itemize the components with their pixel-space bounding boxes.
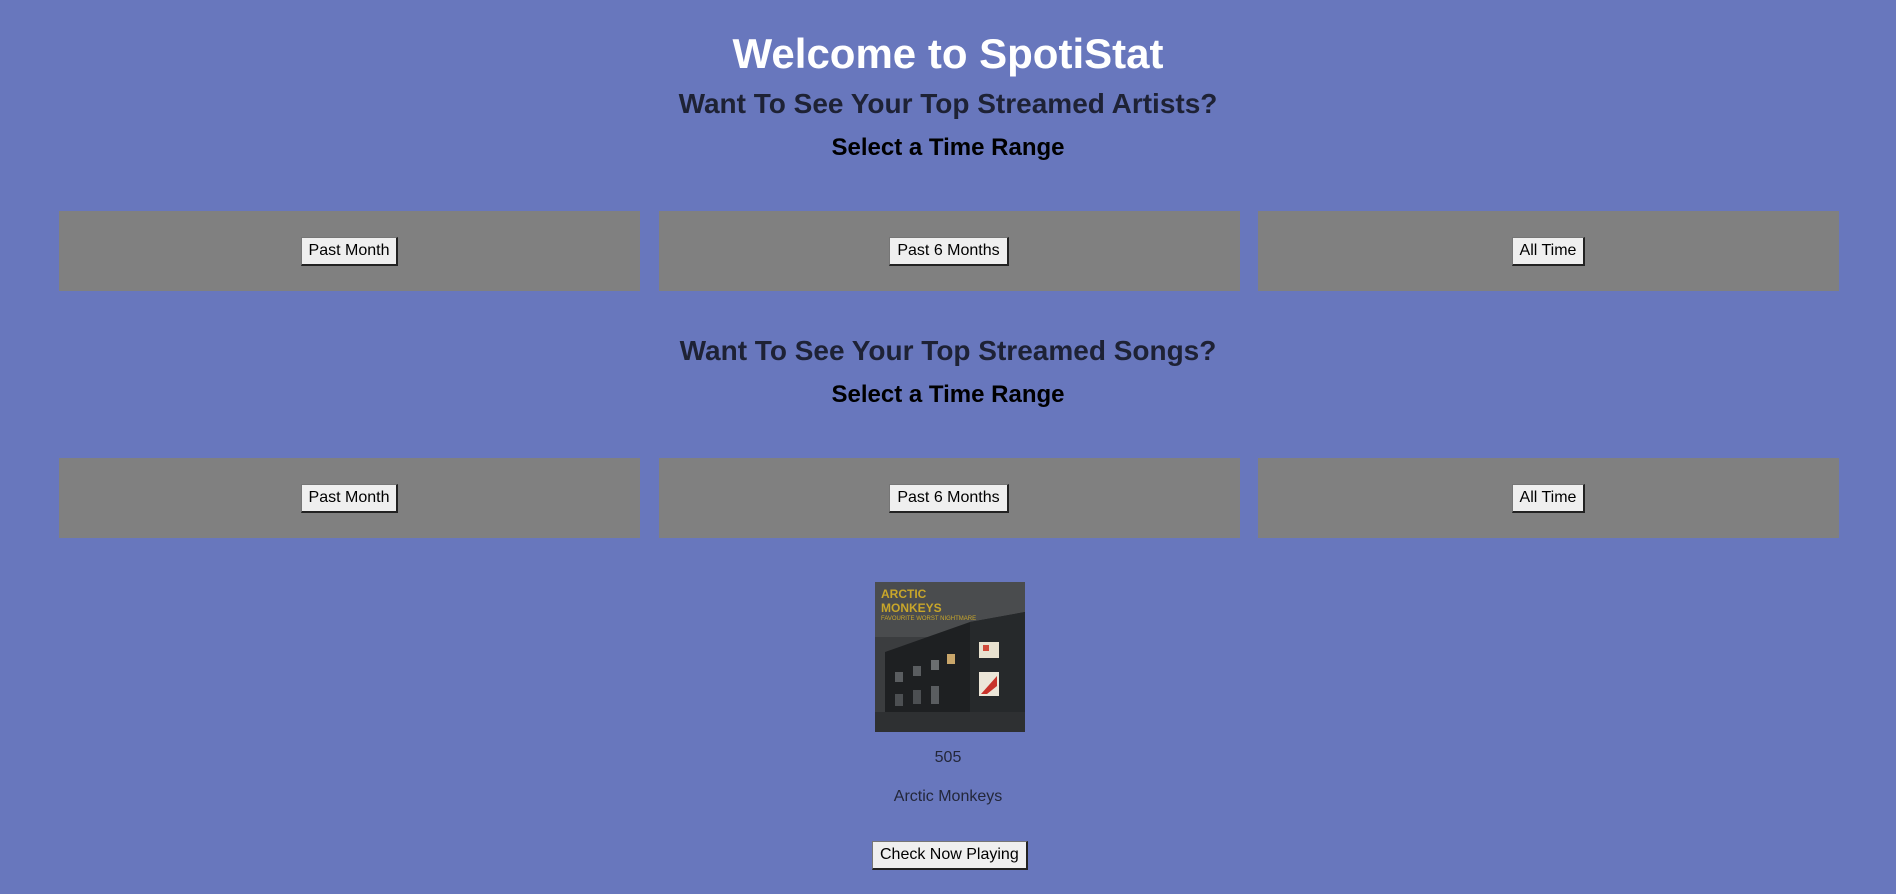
svg-text:MONKEYS: MONKEYS — [881, 601, 942, 615]
album-cover-image: ARCTIC MONKEYS FAVOURITE WORST NIGHTMARE — [875, 582, 1025, 732]
songs-cell-all-time: All Time — [1258, 458, 1839, 538]
artists-cell-all-time: All Time — [1258, 211, 1839, 291]
artists-range-label: Select a Time Range — [831, 134, 1065, 161]
songs-range-row: Past Month Past 6 Months All Time — [59, 458, 1839, 538]
songs-range-label: Select a Time Range — [831, 381, 1065, 408]
songs-all-time-button[interactable]: All Time — [1511, 483, 1586, 513]
songs-cell-past-month: Past Month — [59, 458, 640, 538]
page-title: Welcome to SpotiStat — [732, 30, 1164, 77]
check-now-playing-button[interactable]: Check Now Playing — [872, 841, 1028, 870]
songs-past-month-button[interactable]: Past Month — [300, 483, 399, 513]
svg-text:ARCTIC: ARCTIC — [881, 587, 927, 601]
artists-all-time-button[interactable]: All Time — [1511, 236, 1586, 266]
artists-cell-past-6-months: Past 6 Months — [658, 211, 1240, 291]
songs-heading: Want To See Your Top Streamed Songs? — [679, 335, 1217, 366]
artists-past-6-months-button[interactable]: Past 6 Months — [889, 236, 1009, 266]
songs-cell-past-6-months: Past 6 Months — [658, 458, 1240, 538]
artist-name: Arctic Monkeys — [893, 788, 1003, 805]
artists-heading: Want To See Your Top Streamed Artists? — [678, 88, 1218, 119]
artists-past-month-button[interactable]: Past Month — [300, 236, 399, 266]
page: Welcome to SpotiStat Want To See Your To… — [0, 0, 1896, 894]
artists-cell-past-month: Past Month — [59, 211, 640, 291]
track-name: 505 — [934, 749, 962, 766]
artists-range-row: Past Month Past 6 Months All Time — [59, 211, 1839, 291]
svg-text:FAVOURITE WORST NIGHTMARE: FAVOURITE WORST NIGHTMARE — [881, 616, 976, 622]
songs-past-6-months-button[interactable]: Past 6 Months — [889, 483, 1009, 513]
